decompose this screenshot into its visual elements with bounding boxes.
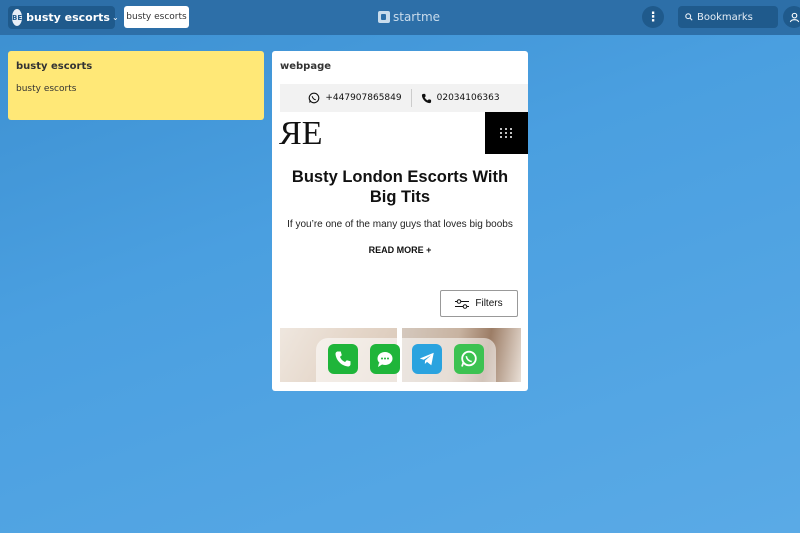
kebab-menu-icon: ⋮ bbox=[646, 9, 660, 25]
grid-menu-icon bbox=[500, 128, 513, 138]
whatsapp-app-icon[interactable] bbox=[454, 344, 484, 374]
whatsapp-number: +447907865849 bbox=[325, 93, 402, 103]
contact-app-dock bbox=[316, 338, 496, 382]
page-name: busty escorts bbox=[26, 11, 110, 24]
chevron-down-icon: ⌄ bbox=[111, 13, 119, 22]
search-icon bbox=[685, 13, 693, 21]
user-icon bbox=[789, 12, 799, 22]
page-avatar: BE bbox=[12, 9, 23, 26]
whatsapp-icon bbox=[309, 92, 320, 104]
site-logo[interactable]: RE bbox=[281, 115, 322, 152]
phone-icon bbox=[421, 93, 431, 103]
menu-button[interactable] bbox=[485, 112, 528, 154]
note-widget[interactable]: busty escorts busty escorts bbox=[8, 51, 264, 120]
webpage-widget: webpage +447907865849 02034106363 RE Bus… bbox=[272, 51, 528, 391]
phone-contact-link[interactable]: 02034106363 bbox=[421, 93, 500, 104]
read-more-link[interactable]: READ MORE + bbox=[280, 245, 520, 255]
note-body[interactable]: busty escorts bbox=[16, 84, 256, 94]
sliders-icon bbox=[455, 298, 470, 309]
top-bar: BE busty escorts ⌄ busty escorts startme… bbox=[0, 0, 800, 35]
startme-logo-icon bbox=[378, 11, 390, 23]
page-headline: Busty London Escorts With Big Tits bbox=[291, 168, 509, 206]
messages-app-icon[interactable] bbox=[370, 344, 400, 374]
note-title: busty escorts bbox=[16, 61, 93, 72]
search-input[interactable] bbox=[697, 11, 777, 23]
startme-logo[interactable]: startme bbox=[378, 10, 440, 24]
contact-bar: +447907865849 02034106363 bbox=[280, 84, 528, 112]
page-switcher-button[interactable]: BE busty escorts ⌄ bbox=[8, 6, 119, 29]
logo-text: startme bbox=[393, 10, 441, 24]
more-options-button[interactable]: ⋮ bbox=[642, 6, 664, 28]
filters-label: Filters bbox=[475, 298, 503, 309]
phone-number: 02034106363 bbox=[436, 93, 500, 103]
phone-app-icon[interactable] bbox=[328, 344, 358, 374]
telegram-app-icon[interactable] bbox=[412, 344, 442, 374]
photo-gallery bbox=[280, 328, 521, 382]
whatsapp-contact-link[interactable]: +447907865849 bbox=[308, 92, 402, 104]
intro-text: If you’re one of the many guys that love… bbox=[287, 219, 513, 230]
divider bbox=[410, 89, 412, 107]
tab-busty-escorts[interactable]: busty escorts bbox=[124, 6, 189, 28]
filters-button[interactable]: Filters bbox=[440, 290, 518, 317]
bookmarks-search[interactable] bbox=[678, 6, 778, 28]
widget-title: webpage bbox=[280, 61, 332, 72]
account-button[interactable] bbox=[783, 6, 800, 28]
